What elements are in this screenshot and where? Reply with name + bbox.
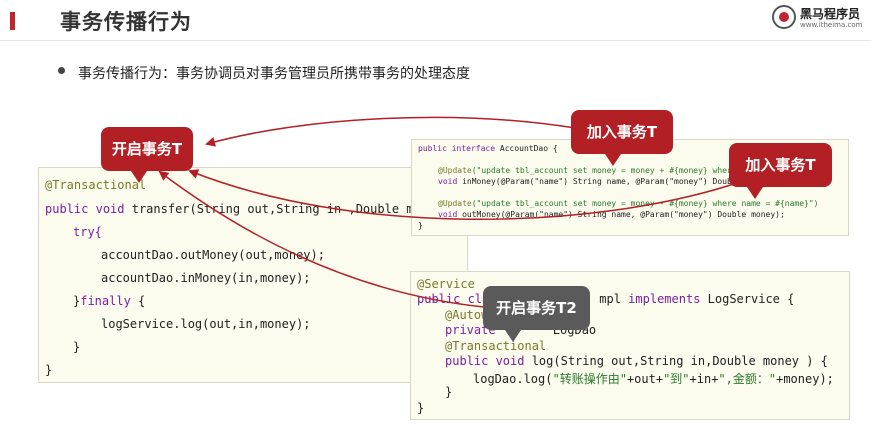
bubble-tail [131, 171, 147, 183]
dao-out-money: void outMoney(@Param("name") String name… [438, 210, 785, 219]
log-autowired: @Autow [445, 308, 489, 322]
title-accent-bar [10, 12, 15, 30]
code-finally: }finally { [73, 294, 146, 308]
log-close-class: } [417, 401, 425, 415]
header-divider [0, 40, 871, 41]
log-transactional: @Transactional [445, 339, 547, 353]
brand-logo: 黑马程序员 www.itheima.com [772, 3, 864, 33]
code-method-signature: public void transfer(String out,String i… [45, 202, 457, 216]
code-in-money: accountDao.inMoney(in,money); [101, 271, 311, 285]
code-close-outer: } [45, 363, 53, 377]
slide-title: 事务传播行为 [60, 10, 192, 34]
bubble-join-transaction-1: 加入事务T [571, 110, 673, 166]
log-class-line: public cla mpl implements LogService { [417, 292, 795, 306]
bullet-text: 事务传播行为：事务协调员对事务管理员所携带事务的处理态度 [78, 66, 470, 82]
log-method-signature: public void log(String out,String in,Dou… [445, 354, 828, 368]
log-service-code-block: @Service public cla mpl implements LogSer… [410, 271, 850, 420]
code-try: try{ [73, 225, 102, 239]
logo-name: 黑马程序员 [800, 7, 861, 21]
code-out-money: accountDao.outMoney(out,money); [101, 248, 325, 262]
bubble-open-transaction: 开启事务T [101, 127, 193, 183]
logo-horse-icon [772, 5, 796, 29]
log-service-annotation: @Service [417, 277, 475, 291]
bubble-open-transaction-2: 开启事务T2 [483, 286, 590, 342]
bubble-tail [505, 330, 521, 342]
code-log-call: logService.log(out,in,money); [101, 317, 311, 331]
bubble-tail [747, 187, 763, 199]
transfer-code-block: @Transactional public void transfer(Stri… [38, 167, 468, 383]
bubble-join-transaction-2: 加入事务T [729, 143, 832, 199]
dao-update-out: @Update("update tbl_account set money = … [438, 199, 819, 208]
logo-url: www.itheima.com [800, 21, 863, 29]
log-dao-call: logDao.log("转账操作由"+out+"到"+in+",金额："+mon… [473, 372, 834, 386]
log-close-method: } [445, 385, 453, 399]
dao-interface-line: public interface AccountDao { [418, 144, 558, 153]
bullet-dot [58, 67, 65, 74]
bubble-tail [605, 154, 621, 166]
code-close-inner: } [73, 340, 81, 354]
dao-close: } [418, 221, 423, 230]
